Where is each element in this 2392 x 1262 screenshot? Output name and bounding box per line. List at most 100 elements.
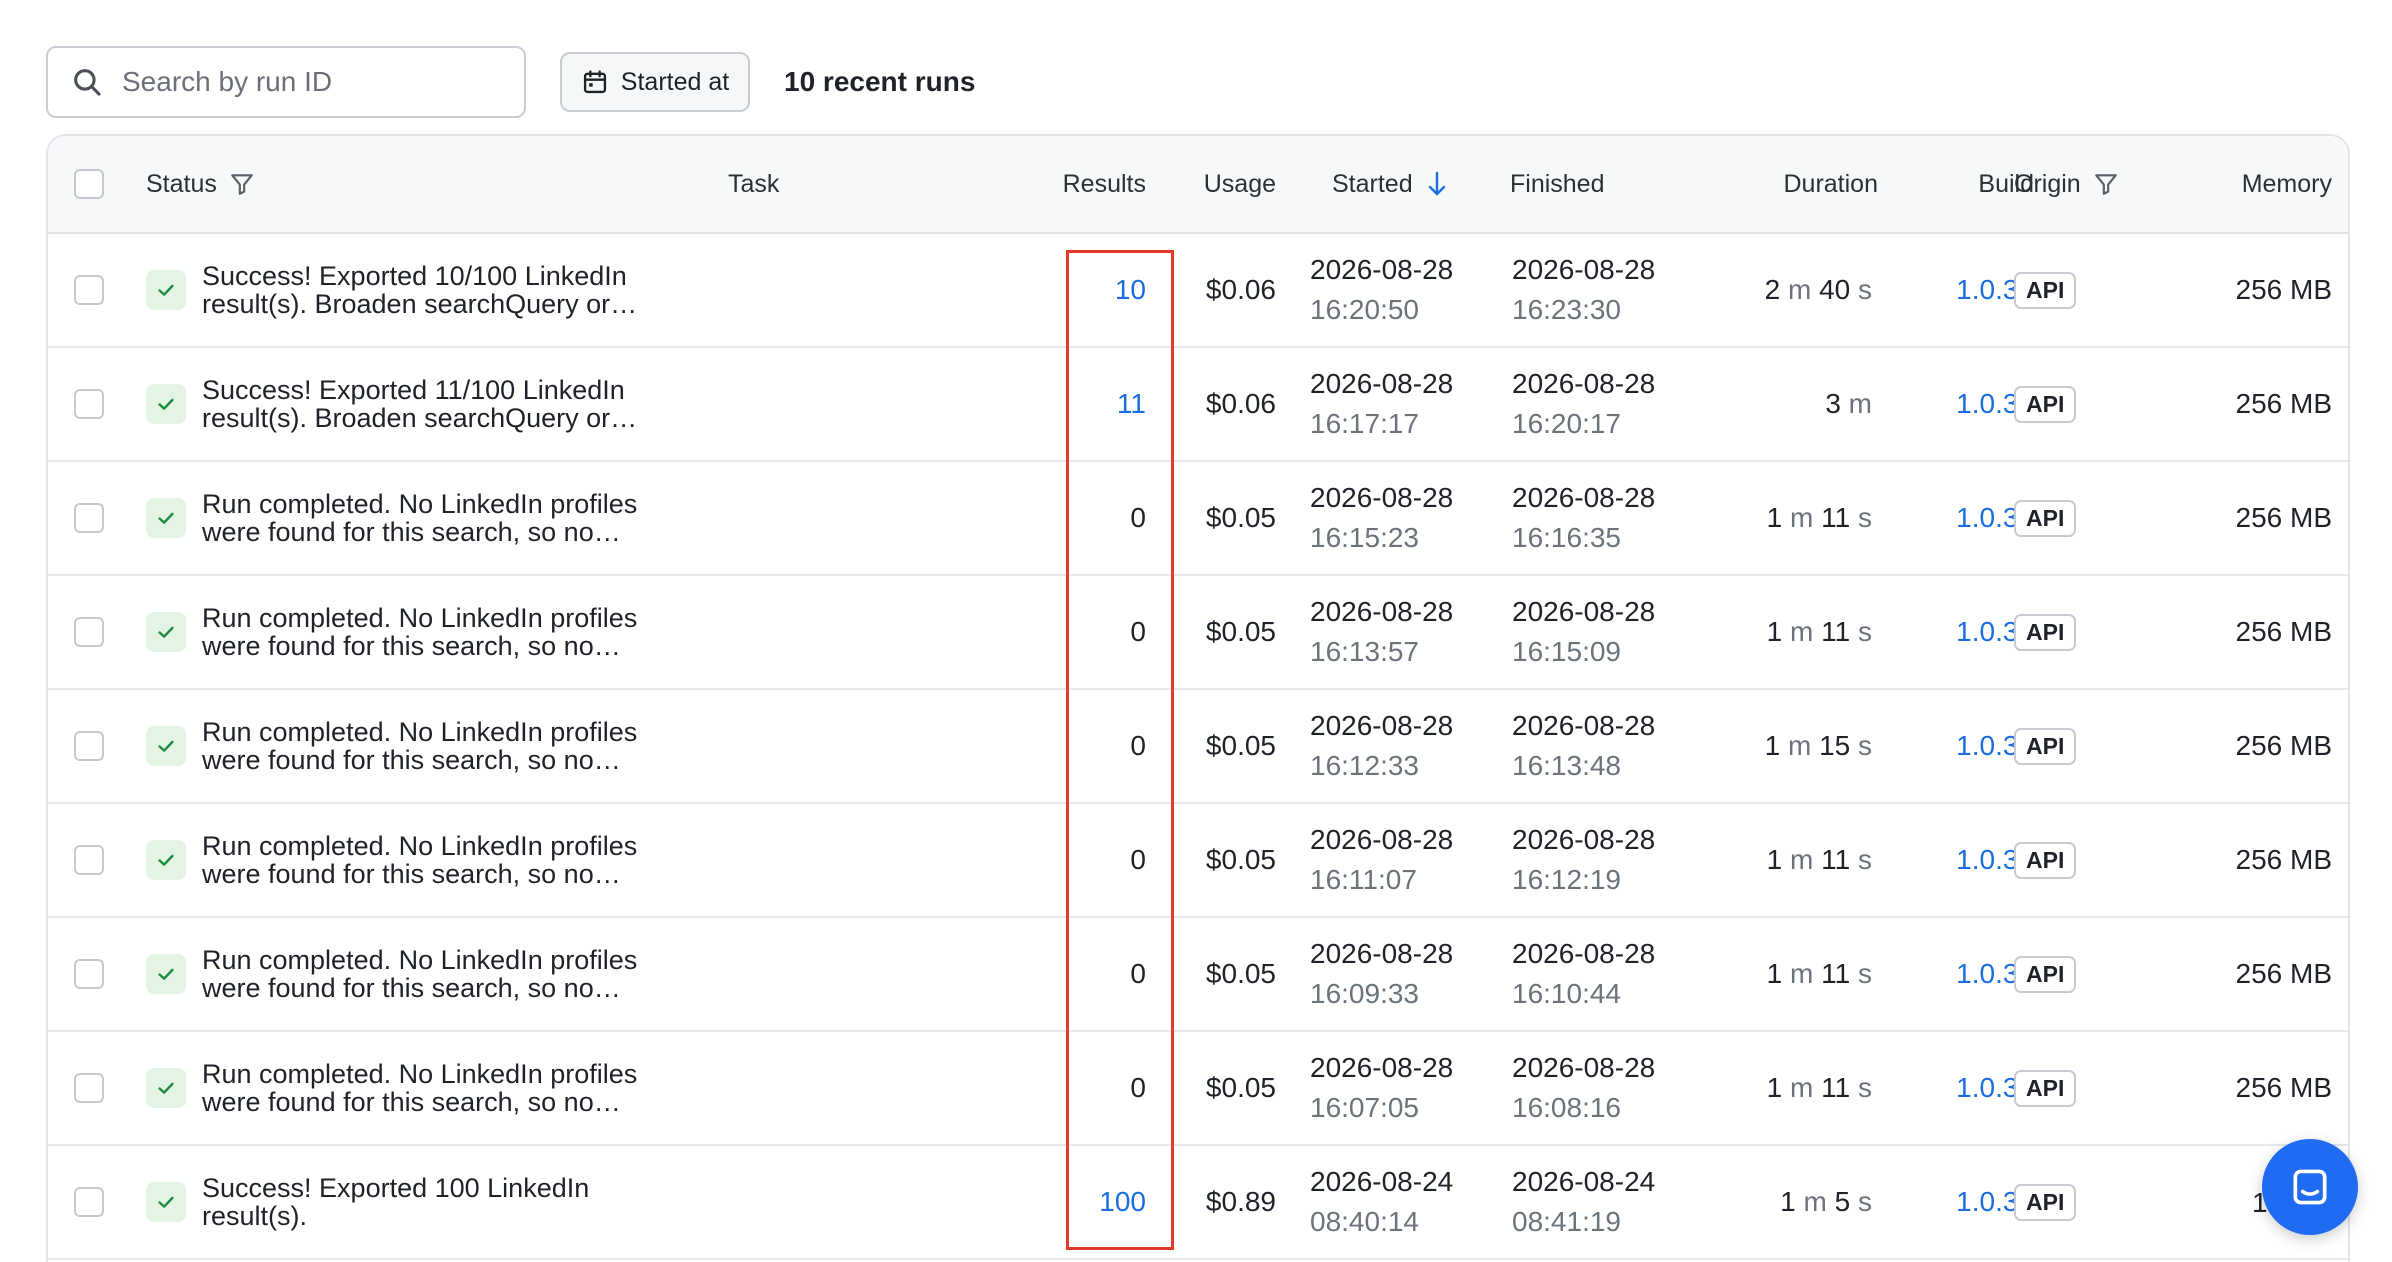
- usage-cost: $0.05: [1205, 730, 1276, 761]
- status-cell: [146, 1032, 186, 1144]
- finished-cell: 2026-08-28 16:12:19: [1512, 804, 1655, 916]
- chat-support-button[interactable]: [2262, 1139, 2358, 1235]
- filter-icon[interactable]: [2093, 171, 2119, 197]
- usage-cost: $0.05: [1205, 958, 1276, 989]
- row-checkbox[interactable]: [74, 617, 104, 647]
- finished-cell: 2026-08-28 16:08:16: [1512, 1032, 1655, 1144]
- started-date: 2026-08-28: [1310, 254, 1454, 285]
- usage-cell: $0.06: [1178, 348, 1276, 460]
- success-status-badge: [146, 1182, 186, 1222]
- started-date: 2026-08-28: [1310, 482, 1454, 513]
- started-time: 16:11:07: [1310, 864, 1417, 895]
- table-row[interactable]: Success! Exported 10/100 LinkedIn result…: [48, 234, 2348, 348]
- unit-minutes: m: [1790, 1072, 1814, 1103]
- origin-badge: API: [2014, 499, 2077, 537]
- header-started[interactable]: Started: [1332, 136, 1449, 232]
- row-select-cell: [74, 918, 104, 1030]
- usage-cost: $0.05: [1205, 616, 1276, 647]
- table-row[interactable]: Run completed. No LinkedIn profiles were…: [48, 690, 2348, 804]
- table-row[interactable]: Success! Exported 100 LinkedIn result(s)…: [48, 1146, 2348, 1260]
- runs-count: 10 recent runs: [784, 66, 976, 97]
- header-origin[interactable]: Origin: [2014, 136, 2119, 232]
- finished-date: 2026-08-28: [1512, 1052, 1656, 1083]
- usage-cost: $0.05: [1205, 1072, 1276, 1103]
- row-checkbox[interactable]: [74, 959, 104, 989]
- table-row[interactable]: Run completed. No LinkedIn profiles were…: [48, 576, 2348, 690]
- unit-minutes: m: [1848, 388, 1872, 419]
- table-header: Status Task Results Usage Started Finish…: [48, 136, 2348, 234]
- status-message: Success! Exported 11/100 LinkedIn result…: [202, 375, 638, 433]
- duration-minutes: 1: [1780, 1186, 1796, 1217]
- row-checkbox[interactable]: [74, 1073, 104, 1103]
- row-checkbox[interactable]: [74, 731, 104, 761]
- usage-cost: $0.06: [1205, 274, 1276, 305]
- results-count[interactable]: 11: [1117, 388, 1146, 420]
- results-cell[interactable]: 10: [1048, 234, 1146, 346]
- status-message-cell: Success! Exported 100 LinkedIn result(s)…: [202, 1146, 682, 1258]
- duration-seconds: 15: [1819, 730, 1851, 761]
- unit-seconds: s: [1858, 616, 1872, 647]
- results-count[interactable]: 100: [1099, 1186, 1146, 1218]
- duration-seconds: 11: [1821, 844, 1851, 875]
- table-row[interactable]: Run completed. No LinkedIn profiles were…: [48, 1032, 2348, 1146]
- select-all-checkbox[interactable]: [74, 169, 104, 199]
- results-cell: 0: [1048, 1032, 1146, 1144]
- row-checkbox[interactable]: [74, 1187, 104, 1217]
- row-checkbox[interactable]: [74, 389, 104, 419]
- row-checkbox[interactable]: [74, 275, 104, 305]
- results-count[interactable]: 10: [1115, 274, 1146, 306]
- table-row[interactable]: Run completed. No LinkedIn profiles were…: [48, 804, 2348, 918]
- started-cell: 2026-08-24 08:40:14: [1310, 1146, 1453, 1258]
- finished-cell: 2026-08-28 16:20:17: [1512, 348, 1655, 460]
- status-message-cell: Run completed. No LinkedIn profiles were…: [202, 690, 682, 802]
- started-at-filter-button[interactable]: Started at: [560, 52, 750, 112]
- success-status-badge: [146, 954, 186, 994]
- duration-minutes: 1: [1766, 616, 1783, 647]
- row-checkbox[interactable]: [74, 845, 104, 875]
- results-count: 0: [1130, 502, 1146, 533]
- table-row[interactable]: Success! Exported 11/100 LinkedIn result…: [48, 348, 2348, 462]
- results-count: 0: [1130, 1072, 1146, 1103]
- finished-cell: 2026-08-28 16:15:09: [1512, 576, 1655, 688]
- started-cell: 2026-08-28 16:07:05: [1310, 1032, 1453, 1144]
- started-at-filter-label: Started at: [620, 67, 730, 96]
- results-cell[interactable]: 100: [1048, 1146, 1146, 1258]
- finished-cell: 2026-08-28 16:10:44: [1512, 918, 1655, 1030]
- filter-icon[interactable]: [229, 171, 255, 197]
- row-select-cell: [74, 234, 104, 346]
- status-message-cell: Run completed. No LinkedIn profiles were…: [202, 804, 682, 916]
- status-cell: [146, 918, 186, 1030]
- status-message: Run completed. No LinkedIn profiles were…: [202, 945, 638, 1003]
- finished-date: 2026-08-24: [1512, 1166, 1656, 1197]
- calendar-icon: [583, 70, 606, 94]
- unit-minutes: m: [1787, 274, 1812, 305]
- sort-down-arrow-icon[interactable]: [1425, 170, 1449, 198]
- check-icon: [158, 626, 174, 638]
- origin-badge: API: [2014, 1069, 2077, 1107]
- origin-cell: API: [2014, 804, 2077, 916]
- table-row[interactable]: Run completed. No LinkedIn profiles were…: [48, 918, 2348, 1032]
- row-checkbox[interactable]: [74, 503, 104, 533]
- header-started-label: Started: [1332, 169, 1413, 198]
- unit-minutes: m: [1790, 616, 1814, 647]
- unit-minutes: m: [1790, 502, 1814, 533]
- duration-minutes: 3: [1825, 388, 1841, 419]
- duration-minutes: 2: [1764, 274, 1781, 305]
- duration-seconds: 5: [1834, 1186, 1851, 1217]
- search-box[interactable]: [46, 46, 526, 118]
- row-select-cell: [74, 804, 104, 916]
- search-input[interactable]: [122, 66, 502, 98]
- header-status[interactable]: Status: [146, 136, 255, 232]
- memory-value: 256 MB: [2235, 388, 2333, 419]
- row-select-cell: [74, 348, 104, 460]
- row-select-cell: [74, 1146, 104, 1258]
- started-date: 2026-08-28: [1310, 596, 1454, 627]
- row-select-cell: [74, 462, 104, 574]
- table-row[interactable]: Run completed. No LinkedIn profiles were…: [48, 462, 2348, 576]
- finished-time: 16:08:16: [1512, 1092, 1621, 1123]
- origin-badge: API: [2014, 271, 2077, 309]
- results-cell[interactable]: 11: [1048, 348, 1146, 460]
- duration-cell: 1 m 11 s: [1688, 918, 1872, 1030]
- finished-time: 16:10:44: [1512, 978, 1621, 1009]
- results-cell: 0: [1048, 462, 1146, 574]
